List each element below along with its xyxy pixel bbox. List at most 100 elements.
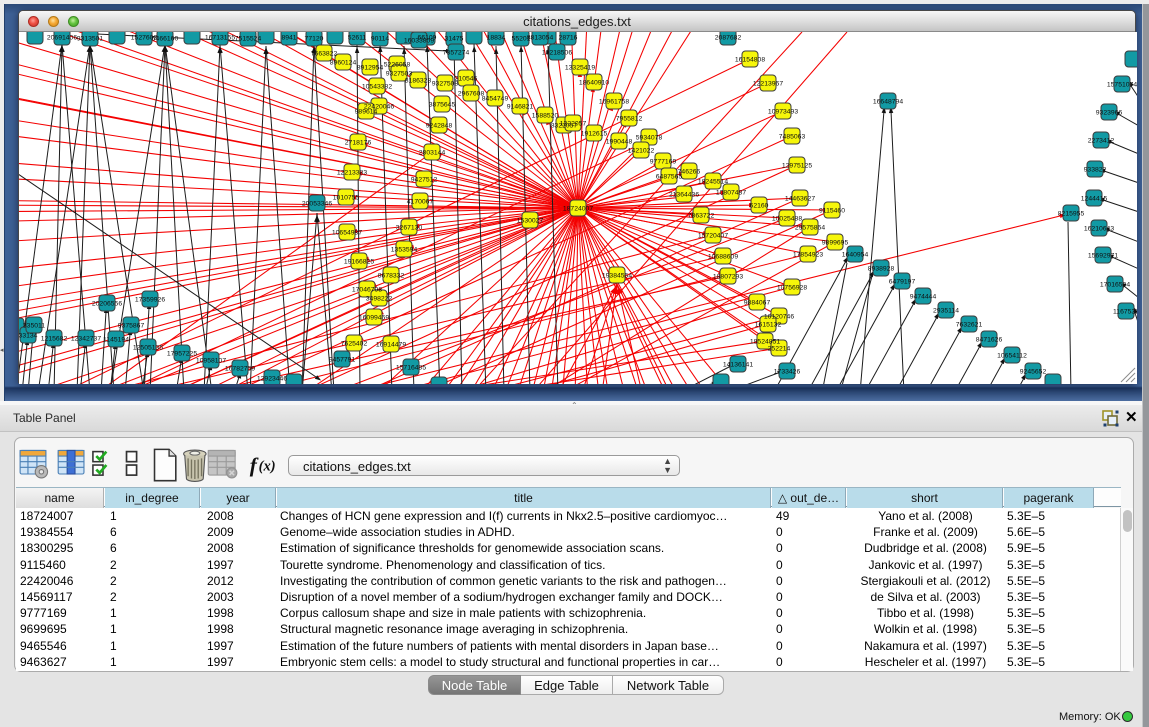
svg-text:19166825: 19166825	[344, 259, 374, 266]
svg-text:18807293: 18807293	[713, 274, 743, 281]
svg-text:9245652: 9245652	[1020, 369, 1047, 376]
svg-text:1145194: 1145194	[103, 337, 129, 344]
svg-text:16961758: 16961758	[599, 99, 629, 106]
svg-text:1640954: 1640954	[842, 252, 869, 259]
svg-text:1912615: 1912615	[581, 131, 608, 138]
svg-text:12213967: 12213967	[753, 81, 783, 88]
svg-text:10973493: 10973493	[768, 109, 798, 116]
svg-text:8186328: 8186328	[405, 78, 432, 85]
svg-text:8938928: 8938928	[868, 266, 895, 273]
svg-text:9457791: 9457791	[329, 357, 356, 364]
svg-text:16154808: 16154808	[735, 57, 765, 64]
svg-text:9323966: 9323966	[1096, 110, 1123, 117]
svg-text:2935114: 2935114	[933, 308, 959, 315]
svg-text:f: f	[250, 453, 259, 477]
svg-text:10958107: 10958107	[196, 358, 226, 365]
svg-text:(x): (x)	[259, 459, 276, 475]
svg-text:8912954: 8912954	[357, 65, 384, 72]
svg-text:20691406: 20691406	[47, 35, 77, 42]
svg-text:1010755: 1010755	[333, 195, 360, 202]
svg-text:12342737: 12342737	[71, 336, 101, 343]
svg-text:5226058: 5226058	[384, 62, 411, 69]
svg-text:9327503: 9327503	[386, 71, 413, 78]
svg-text:8471626: 8471626	[976, 337, 1003, 344]
svg-text:9899695: 9899695	[822, 240, 849, 247]
svg-text:6487565: 6487565	[656, 174, 683, 181]
svg-text:2718176: 2718176	[345, 140, 372, 147]
svg-text:252214: 252214	[768, 346, 791, 353]
svg-text:9777169: 9777169	[650, 159, 677, 166]
svg-text:2087682: 2087682	[715, 35, 742, 42]
svg-text:10654112: 10654112	[997, 353, 1027, 360]
svg-text:1322057: 1322057	[560, 121, 587, 128]
svg-text:10654987: 10654987	[332, 230, 362, 237]
svg-text:7625402: 7625402	[341, 341, 368, 348]
svg-text:16782759: 16782759	[225, 366, 255, 373]
svg-text:17854923: 17854923	[793, 252, 823, 259]
svg-text:10543382: 10543382	[362, 84, 392, 91]
svg-text:16648794: 16648794	[873, 99, 903, 106]
svg-text:18834: 18834	[487, 35, 506, 42]
svg-text:2803144: 2803144	[419, 150, 446, 157]
svg-text:933822: 933822	[1084, 167, 1107, 174]
svg-text:9474444: 9474444	[910, 294, 937, 301]
svg-text:3267130: 3267130	[396, 225, 423, 232]
svg-text:52611: 52611	[348, 35, 367, 42]
svg-text:9146821: 9146821	[507, 104, 534, 111]
svg-text:19218506: 19218506	[542, 50, 572, 57]
svg-text:10688609: 10688609	[708, 254, 738, 261]
svg-text:12923446: 12923446	[257, 376, 287, 383]
svg-text:16713155: 16713155	[205, 35, 235, 42]
svg-text:10756928: 10756928	[777, 285, 807, 292]
svg-text:16210643: 16210643	[1084, 226, 1114, 233]
svg-text:17957225: 17957225	[167, 351, 197, 358]
svg-text:33134: 33134	[19, 333, 38, 340]
svg-text:7663822: 7663822	[311, 51, 338, 58]
svg-text:20206556: 20206556	[92, 301, 122, 308]
svg-text:2273412: 2273412	[1088, 138, 1115, 145]
svg-text:8941: 8941	[281, 35, 296, 42]
svg-text:14136141: 14136141	[723, 362, 753, 369]
svg-text:10025488: 10025488	[772, 216, 802, 223]
svg-text:6479197: 6479197	[889, 279, 916, 286]
svg-text:12213383: 12213383	[337, 170, 367, 177]
svg-text:17046798: 17046798	[352, 287, 382, 294]
svg-text:14463627: 14463627	[785, 196, 815, 203]
svg-text:16099469: 16099469	[359, 315, 389, 322]
svg-text:13325419: 13325419	[565, 65, 595, 72]
svg-text:17016504: 17016504	[1100, 282, 1130, 289]
svg-text:16914479: 16914479	[376, 342, 406, 349]
svg-text:28716: 28716	[559, 35, 578, 42]
svg-text:9375867: 9375867	[118, 323, 145, 330]
svg-text:8813054: 8813054	[527, 35, 554, 42]
svg-text:3875645: 3875645	[429, 102, 456, 109]
svg-text:8678332: 8678332	[378, 273, 405, 280]
svg-text:1244415: 1244415	[1081, 196, 1108, 203]
svg-text:9115460: 9115460	[819, 208, 845, 215]
svg-text:90114: 90114	[371, 36, 390, 43]
svg-text:1167531: 1167531	[1113, 309, 1137, 316]
svg-text:62160: 62160	[750, 203, 769, 210]
svg-text:15720407: 15720407	[698, 233, 728, 240]
svg-text:5934078: 5934078	[636, 135, 663, 142]
svg-text:31475: 31475	[445, 36, 464, 43]
svg-text:7357274: 7357274	[443, 50, 470, 57]
svg-text:12505135: 12505135	[133, 345, 163, 352]
svg-text:15751074: 15751074	[1107, 82, 1137, 89]
svg-text:1215682: 1215682	[41, 336, 68, 343]
svg-text:18524851: 18524851	[750, 339, 780, 346]
svg-text:6466160: 6466160	[152, 36, 179, 43]
svg-text:1588520: 1588520	[532, 113, 559, 120]
svg-text:1353594: 1353594	[391, 247, 418, 254]
svg-text:17359926: 17359926	[135, 297, 165, 304]
svg-text:15716485: 15716485	[396, 365, 426, 372]
svg-text:1733426: 1733426	[774, 369, 801, 376]
svg-text:7863722: 7863722	[688, 213, 715, 220]
svg-text:2967608: 2967608	[458, 91, 485, 98]
svg-text:29575864: 29575864	[795, 225, 825, 232]
svg-text:7955812: 7955812	[616, 116, 643, 123]
svg-text:18724007: 18724007	[563, 206, 593, 213]
svg-text:3498222: 3498222	[366, 296, 393, 303]
svg-text:9313501: 9313501	[77, 36, 104, 43]
svg-text:7632621: 7632621	[956, 322, 983, 329]
